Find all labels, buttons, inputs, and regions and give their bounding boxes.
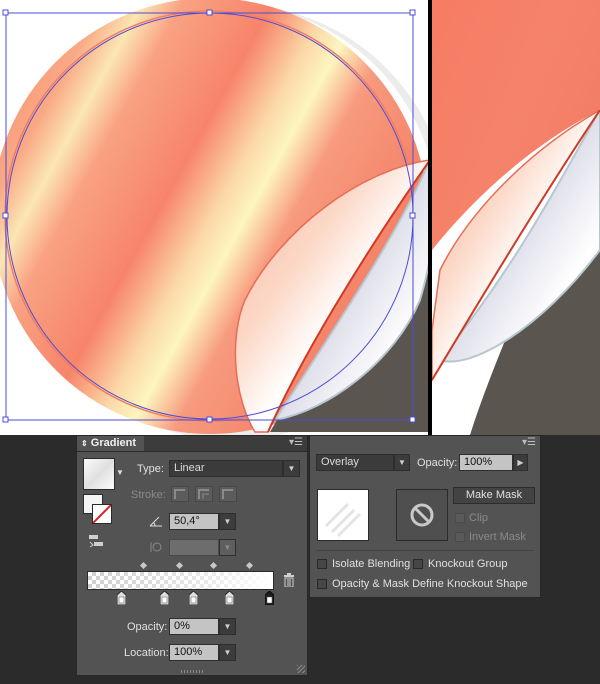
color-stop[interactable] (188, 590, 199, 606)
resize-grip-icon[interactable] (297, 665, 305, 673)
type-dropdown-button[interactable]: ▼ (283, 460, 300, 477)
color-stop[interactable] (116, 590, 127, 606)
type-label: Type: (137, 463, 164, 475)
stroke-swatch[interactable] (92, 504, 112, 524)
thumbnail-preview (324, 502, 362, 538)
clip-label: Clip (469, 512, 488, 524)
color-stop[interactable] (159, 590, 170, 606)
midpoint-diamond[interactable] (175, 561, 184, 570)
opacity-input[interactable]: 100% (459, 454, 513, 471)
stop-opacity-dropdown-button[interactable]: ▼ (219, 618, 236, 635)
section-divider (316, 550, 534, 551)
collapse-arrows-icon[interactable]: ⇕ (81, 439, 88, 448)
aspect-ratio-dropdown-button[interactable]: ▼ (219, 539, 236, 556)
location-label: Location: (124, 647, 169, 659)
opacity-mask-knockout-checkbox[interactable] (317, 579, 327, 589)
panel-menu-icon[interactable]: ▾☰ (522, 437, 536, 449)
midpoint-diamond[interactable] (209, 561, 218, 570)
gradient-slider-bar[interactable] (87, 571, 274, 590)
blend-mode-dropdown-button[interactable]: ▼ (394, 454, 410, 471)
opacity-mask-knockout-label: Opacity & Mask Define Knockout Shape (332, 578, 528, 590)
panel-menu-icon[interactable]: ▾☰ (289, 437, 303, 449)
aspect-ratio-input[interactable] (169, 539, 219, 556)
blend-mode-select[interactable]: Overlay (316, 454, 394, 471)
midpoint-diamond[interactable] (245, 561, 254, 570)
opacity-label: Opacity: (127, 621, 168, 633)
gradient-tab-label: Gradient (90, 437, 136, 449)
tab-gradient[interactable]: ⇕ Gradient (77, 436, 144, 451)
stroke-across-button[interactable] (219, 486, 237, 502)
sticker-artwork (0, 0, 600, 435)
opacity-label: Opacity: (417, 457, 458, 469)
opacity-slider-button[interactable]: ▶ (513, 454, 528, 471)
angle-input[interactable]: 50,4° (169, 513, 219, 530)
gradient-panel-tabbar: ⇕ Gradient ▾☰ (77, 436, 307, 452)
gradient-panel: ⇕ Gradient ▾☰ ▼ Type: Linear ▼ Stroke: 5… (76, 435, 308, 676)
aspect-ratio-icon (149, 540, 163, 554)
invert-mask-label: Invert Mask (469, 531, 526, 543)
delete-stop-icon[interactable] (283, 573, 295, 588)
stroke-within-button[interactable] (171, 486, 189, 502)
stop-opacity-input[interactable]: 0% (169, 618, 219, 635)
stroke-label: Stroke: (131, 489, 166, 501)
gradient-preview-dropdown-icon[interactable]: ▼ (116, 468, 124, 477)
gradient-preview-swatch[interactable] (83, 458, 115, 490)
stroke-along-button[interactable] (195, 486, 213, 502)
artboard-canvas[interactable] (0, 0, 600, 435)
panel-scroll-grip[interactable] (181, 670, 205, 673)
clip-checkbox[interactable] (455, 513, 465, 523)
knockout-group-checkbox[interactable] (413, 559, 423, 569)
isolate-blending-label: Isolate Blending (332, 558, 411, 570)
knockout-group-label: Knockout Group (428, 558, 508, 570)
transparency-panel: ▾☰ Overlay ▼ Opacity: 100% ▶ Make Mask C… (309, 435, 541, 598)
invert-mask-checkbox[interactable] (455, 532, 465, 542)
no-mask-icon (410, 503, 434, 527)
color-stop[interactable] (224, 590, 235, 606)
location-dropdown-button[interactable]: ▼ (219, 644, 236, 661)
artwork-thumbnail[interactable] (317, 489, 369, 541)
reverse-gradient-icon[interactable] (88, 534, 104, 548)
mask-thumbnail[interactable] (396, 489, 448, 541)
none-stroke-icon (93, 505, 111, 523)
angle-icon (149, 515, 163, 527)
midpoint-diamond[interactable] (139, 561, 148, 570)
angle-dropdown-button[interactable]: ▼ (219, 513, 236, 530)
make-mask-button[interactable]: Make Mask (453, 487, 535, 504)
transparency-panel-tabbar: ▾☰ (310, 436, 540, 451)
type-select[interactable]: Linear (169, 460, 283, 477)
color-stop-selected[interactable] (264, 590, 275, 606)
isolate-blending-checkbox[interactable] (317, 559, 327, 569)
location-input[interactable]: 100% (169, 644, 219, 661)
